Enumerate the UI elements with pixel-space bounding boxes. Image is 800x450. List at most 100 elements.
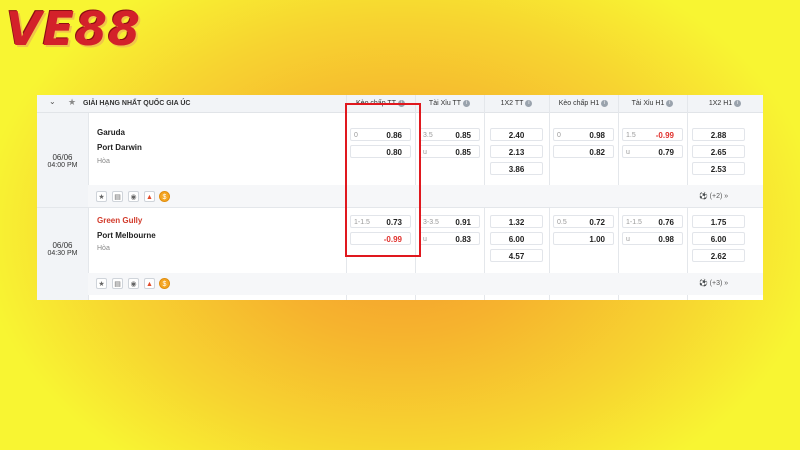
double-chevron-right-icon: » [724, 193, 729, 200]
away-team[interactable]: Port Melbourne [97, 231, 156, 240]
odd-button[interactable]: 1-1.5 0.76 [622, 215, 683, 228]
odd-button[interactable]: 2.88 [692, 128, 745, 141]
odd-value: 0.91 [455, 218, 471, 227]
league-title: GIẢI HẠNG NHẤT QUỐC GIA ÚC [83, 100, 191, 107]
star-icon[interactable]: ★ [96, 191, 107, 202]
double-chevron-right-icon: » [724, 280, 729, 287]
col-label: Kèo chấp H1 [558, 100, 600, 107]
odd-button[interactable]: u 0.98 [622, 232, 683, 245]
odd-value: 2.53 [710, 165, 727, 174]
odd-value: 0.79 [658, 148, 674, 157]
odd-button[interactable]: 2.53 [692, 162, 745, 175]
odd-value: 0.72 [589, 218, 605, 227]
odd-line: 3.5 [423, 132, 433, 139]
odd-line: 0 [557, 132, 561, 139]
odd-button[interactable]: 2.40 [490, 128, 543, 141]
col-label: Tài Xỉu TT [428, 100, 462, 107]
odd-button[interactable]: 1.32 [490, 215, 543, 228]
fire-icon[interactable]: ▲ [144, 278, 155, 289]
star-icon[interactable]: ★ [96, 278, 107, 289]
info-icon[interactable]: i [601, 99, 609, 107]
odd-line: u [626, 236, 630, 243]
odd-button[interactable]: 3-3.5 0.91 [419, 215, 480, 228]
more-markets[interactable]: ⚽ (+2) » [699, 192, 728, 200]
col-hdp-h1: Kèo chấp H1 i [549, 95, 618, 112]
info-icon[interactable]: i [525, 99, 533, 107]
draw-label: Hòa [97, 245, 110, 252]
odd-value: 0.83 [455, 235, 471, 244]
more-count: (+2) [709, 193, 723, 200]
odd-value: 1.00 [589, 235, 605, 244]
odd-value: 4.57 [508, 252, 525, 261]
col-ou-h1: Tài Xỉu H1 i [618, 95, 687, 112]
odd-button[interactable]: u 0.85 [419, 145, 480, 158]
odd-value: 6.00 [710, 235, 727, 244]
odd-line: 0.5 [557, 219, 567, 226]
info-icon[interactable]: i [734, 99, 742, 107]
soccer-ball-icon: ⚽ [699, 193, 708, 200]
odd-button[interactable]: u 0.79 [622, 145, 683, 158]
odd-value: 3.86 [508, 165, 525, 174]
more-markets[interactable]: ⚽ (+3) » [699, 279, 728, 287]
more-count: (+3) [709, 280, 723, 287]
odd-line: u [423, 149, 427, 156]
odd-value: 2.13 [508, 148, 525, 157]
odd-line: 1.5 [626, 132, 636, 139]
odd-value: 1.32 [508, 218, 525, 227]
info-icon[interactable]: i [666, 99, 674, 107]
away-team[interactable]: Port Darwin [97, 143, 142, 152]
col-label: 1X2 TT [500, 100, 524, 107]
odd-value: 0.85 [455, 131, 471, 140]
fire-icon[interactable]: ▲ [144, 191, 155, 202]
odd-button[interactable]: 3.5 0.85 [419, 128, 480, 141]
col-ou-tt: Tài Xỉu TT i [415, 95, 484, 112]
odd-button[interactable]: 2.62 [692, 249, 745, 262]
odd-button[interactable]: 6.00 [692, 232, 745, 245]
match-kickoff: 04:00 PM [47, 162, 78, 169]
odd-value: 2.62 [710, 252, 727, 261]
match-time: 06/06 04:00 PM [37, 113, 88, 207]
odd-value: 2.65 [710, 148, 727, 157]
odd-line: u [423, 236, 427, 243]
star-icon[interactable]: ★ [68, 97, 76, 108]
odd-value: 0.98 [589, 131, 605, 140]
odd-line: 1-1.5 [626, 219, 642, 226]
odd-button[interactable]: 3.86 [490, 162, 543, 175]
match-footer [88, 273, 763, 295]
col-1x2-tt: 1X2 TT i [484, 95, 549, 112]
home-team[interactable]: Green Gully [97, 216, 142, 225]
soccer-ball-icon: ⚽ [699, 280, 708, 287]
odd-button[interactable]: 2.13 [490, 145, 543, 158]
odd-button[interactable]: 4.57 [490, 249, 543, 262]
match-footer [88, 185, 763, 207]
odd-value: 6.00 [508, 235, 525, 244]
coin-icon[interactable]: $ [159, 191, 170, 202]
coin-icon[interactable]: $ [159, 278, 170, 289]
col-label: Tài Xỉu H1 [631, 100, 665, 107]
eye-icon[interactable]: ◉ [128, 191, 139, 202]
odd-button[interactable]: 6.00 [490, 232, 543, 245]
draw-label: Hòa [97, 158, 110, 165]
home-team[interactable]: Garuda [97, 128, 125, 137]
odd-button[interactable]: 1.00 [553, 232, 614, 245]
odd-value: -0.99 [655, 131, 674, 140]
match-time: 06/06 04:30 PM [37, 208, 88, 300]
odd-button[interactable]: 2.65 [692, 145, 745, 158]
odd-button[interactable]: 0 0.98 [553, 128, 614, 141]
info-icon[interactable]: i [463, 99, 471, 107]
match-date: 06/06 [52, 153, 73, 162]
odd-button[interactable]: u 0.83 [419, 232, 480, 245]
odd-value: 2.88 [710, 131, 727, 140]
stats-icon[interactable]: ▤ [112, 278, 123, 289]
odd-line: u [626, 149, 630, 156]
odd-button[interactable]: 0.5 0.72 [553, 215, 614, 228]
odd-button[interactable]: 1.5 -0.99 [622, 128, 683, 141]
odd-value: 2.40 [508, 131, 525, 140]
eye-icon[interactable]: ◉ [128, 278, 139, 289]
chevron-down-icon[interactable]: ⌄ [49, 97, 56, 106]
odd-value: 0.85 [455, 148, 471, 157]
odd-line: 3-3.5 [423, 219, 439, 226]
stats-icon[interactable]: ▤ [112, 191, 123, 202]
odd-button[interactable]: 0.82 [553, 145, 614, 158]
odd-button[interactable]: 1.75 [692, 215, 745, 228]
